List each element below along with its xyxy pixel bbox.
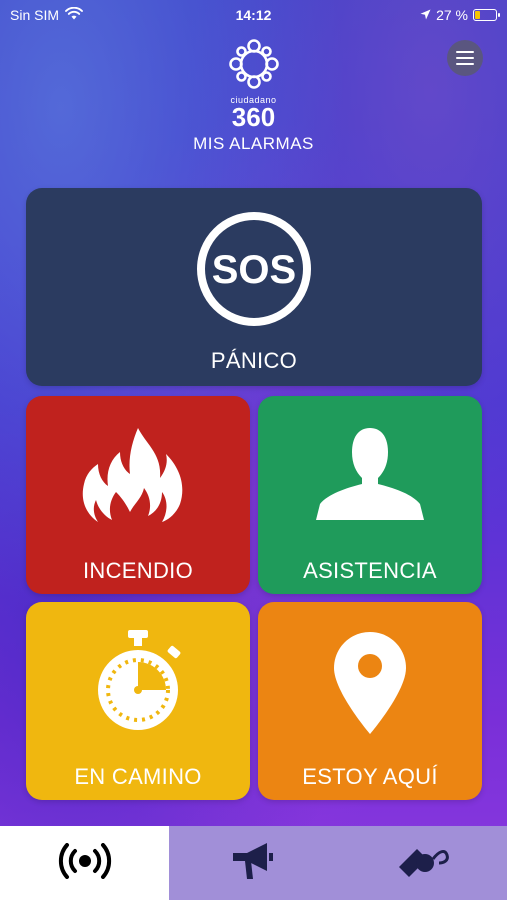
fire-icon [26,424,250,524]
panic-alarm-button[interactable]: SOS PÁNICO [26,188,482,386]
location-arrow-icon [420,7,431,23]
tab-megaphone[interactable] [169,826,338,900]
app-logo: ciudadano 360 [0,36,507,132]
on-the-way-label: EN CAMINO [74,764,202,789]
battery-icon [473,9,500,21]
tab-bar [0,826,507,900]
megaphone-icon [232,841,275,886]
sos-text: SOS [212,248,296,292]
on-the-way-alarm-button[interactable]: EN CAMINO [26,602,250,800]
panic-label: PÁNICO [210,348,298,373]
page-title: MIS ALARMAS [193,134,314,153]
tab-alarms[interactable] [0,826,169,900]
broadcast-icon [57,842,113,884]
logo-mark-icon [226,36,282,97]
fire-alarm-button[interactable]: INCENDIO [26,396,250,594]
logo-number: 360 [231,102,276,132]
location-pin-icon [258,630,482,736]
person-icon [258,424,482,524]
whistle-icon [395,841,451,886]
menu-button[interactable] [447,40,483,76]
stopwatch-icon [26,630,250,734]
hamburger-icon [456,51,474,53]
sos-icon: SOS [26,210,482,328]
tab-whistle[interactable] [338,826,507,900]
im-here-alarm-button[interactable]: ESTOY AQUÍ [258,602,482,800]
battery-fill [475,11,480,19]
battery-percent: 27 % [436,7,468,23]
assistance-alarm-button[interactable]: ASISTENCIA [258,396,482,594]
assistance-label: ASISTENCIA [303,558,437,583]
status-bar: Sin SIM 14:12 27 % [0,0,507,30]
status-right: 27 % [420,7,500,23]
im-here-label: ESTOY AQUÍ [302,764,438,789]
fire-label: INCENDIO [83,558,193,583]
